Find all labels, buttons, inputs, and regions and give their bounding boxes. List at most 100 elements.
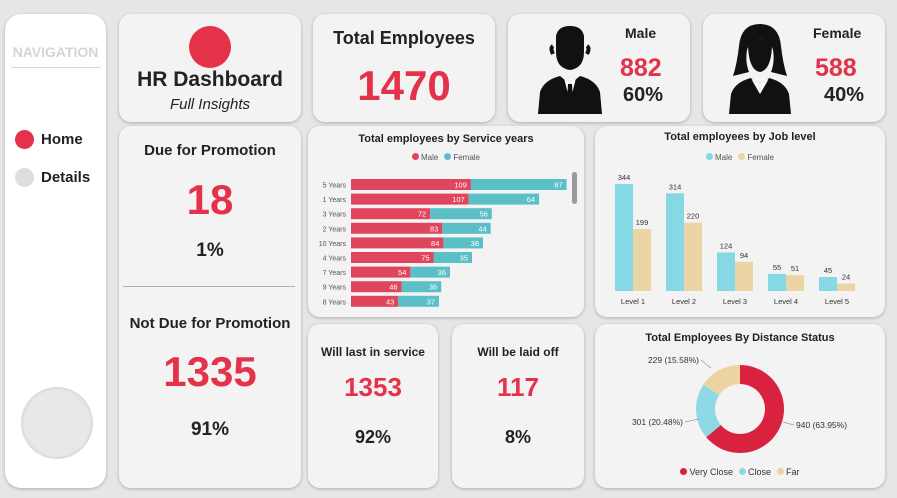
service-value: 1353 — [344, 372, 402, 402]
male-card: Male 882 60% — [508, 14, 690, 122]
job-bar-female — [735, 261, 753, 291]
female-percent: 40% — [824, 84, 865, 106]
job-female-value: 199 — [636, 218, 649, 227]
service-category-label: 8 Years — [323, 299, 347, 306]
chart-scrollbar[interactable] — [572, 172, 577, 204]
service-category-label: 2 Years — [323, 226, 347, 233]
donut-label-far: 229 (15.58%) — [648, 355, 699, 365]
service-male-value: 72 — [418, 210, 426, 219]
service-category-label: 10 Years — [319, 241, 347, 248]
laid-off-label: Will be laid off — [477, 345, 559, 359]
navigation-panel: NAVIGATION Home Details — [5, 14, 106, 488]
job-level-label: Level 4 — [774, 297, 798, 306]
nav-item-home-label: Home — [41, 131, 83, 148]
nav-title: NAVIGATION — [12, 44, 99, 60]
service-female-value: 44 — [478, 224, 486, 233]
job-bar-male — [615, 184, 633, 291]
male-avatar-icon — [538, 26, 602, 114]
header-card: HR Dashboard Full Insights — [119, 14, 301, 122]
legend-close: Close — [748, 467, 772, 477]
job-level-chart-card: Total employees by Job level Male Female… — [595, 126, 885, 317]
promotion-card: Due for Promotion 18 1% Not Due for Prom… — [119, 126, 301, 488]
service-male-value: 109 — [454, 181, 467, 190]
donut-label-close: 301 (20.48%) — [632, 417, 683, 427]
job-bar-female — [633, 229, 651, 291]
service-category-label: 9 Years — [323, 285, 347, 292]
female-label: Female — [813, 25, 862, 41]
service-bar-male — [351, 222, 443, 234]
service-female-value: 36 — [471, 239, 479, 248]
service-years-chart-card: Total employees by Service years Male Fe… — [308, 126, 584, 317]
service-category-label: 4 Years — [323, 256, 347, 263]
service-female-value: 36 — [429, 283, 437, 292]
service-male-value: 75 — [421, 254, 429, 263]
nav-circle-button[interactable] — [21, 387, 93, 459]
promotion-divider — [123, 286, 295, 287]
service-male-value: 43 — [386, 297, 394, 306]
job-male-value: 314 — [669, 182, 682, 191]
service-male-value: 107 — [452, 195, 465, 204]
job-male-value: 124 — [720, 241, 733, 250]
home-dot-icon — [15, 130, 34, 149]
job-bar-female — [786, 275, 804, 291]
not-due-promotion-label: Not Due for Promotion — [129, 315, 291, 332]
job-level-label: Level 3 — [723, 297, 747, 306]
service-bar-male — [351, 237, 444, 249]
job-level-label: Level 2 — [672, 297, 696, 306]
job-bar-male — [819, 277, 837, 291]
page-title: HR Dashboard — [137, 68, 283, 91]
job-female-value: 220 — [687, 212, 700, 221]
donut-label-very-close: 940 (63.95%) — [796, 420, 847, 430]
details-dot-icon — [15, 168, 34, 187]
due-promotion-value: 18 — [186, 176, 234, 223]
distance-donut-chart: 940 (63.95%) 301 (20.48%) 229 (15.58%) — [632, 355, 847, 453]
job-male-value: 55 — [773, 263, 781, 272]
logo-circle-icon — [189, 26, 231, 68]
service-years-chart: 5 Years 109 87 1 Years 107 64 3 Years 72 56 2 Yea… — [319, 179, 567, 307]
job-bar-female — [837, 283, 855, 291]
donut-leader-far — [700, 359, 712, 369]
donut-leader-close — [684, 418, 700, 423]
job-male-value: 344 — [618, 173, 631, 182]
service-card: Will last in service 1353 92% — [308, 324, 438, 488]
due-promotion-percent: 1% — [196, 240, 224, 261]
job-bar-female — [684, 222, 702, 291]
total-employees-label: Total Employees — [333, 28, 475, 48]
service-bar-male — [351, 179, 471, 190]
nav-item-home[interactable]: Home — [15, 130, 83, 149]
nav-item-details-label: Details — [41, 169, 91, 186]
service-male-value: 83 — [430, 224, 438, 233]
legend-far-dot-icon — [777, 468, 785, 475]
nav-divider — [11, 67, 101, 68]
distance-chart-legend: Very Close Close Far — [595, 467, 885, 477]
legend-close-dot-icon — [739, 468, 746, 475]
service-female-value: 36 — [438, 268, 446, 277]
legend-very-close: Very Close — [689, 467, 733, 477]
job-female-value: 24 — [842, 273, 850, 282]
distance-chart-card: Total Employees By Distance Status 940 (… — [595, 324, 885, 488]
service-female-value: 35 — [460, 254, 468, 263]
job-female-value: 94 — [740, 251, 748, 260]
service-female-value: 64 — [527, 195, 535, 204]
total-employees-card: Total Employees 1470 — [313, 14, 495, 122]
job-bar-male — [717, 252, 735, 291]
job-level-label: Level 5 — [825, 297, 849, 306]
service-label: Will last in service — [321, 345, 425, 359]
nav-item-details[interactable]: Details — [15, 168, 90, 187]
donut-leader-very-close — [782, 421, 795, 426]
service-female-value: 87 — [554, 181, 562, 190]
service-category-label: 3 Years — [323, 212, 347, 219]
service-female-value: 56 — [479, 210, 487, 219]
legend-far: Far — [786, 467, 800, 477]
service-male-value: 54 — [398, 268, 406, 277]
job-level-label: Level 1 — [621, 297, 645, 306]
service-male-value: 46 — [389, 283, 397, 292]
job-bar-male — [768, 273, 786, 291]
job-male-value: 45 — [824, 266, 832, 275]
male-label: Male — [625, 25, 657, 41]
female-avatar-icon — [729, 24, 791, 114]
legend-very-close-dot-icon — [680, 468, 688, 475]
service-bar-male — [351, 193, 469, 205]
service-male-value: 84 — [431, 239, 439, 248]
male-count: 882 — [620, 54, 662, 82]
